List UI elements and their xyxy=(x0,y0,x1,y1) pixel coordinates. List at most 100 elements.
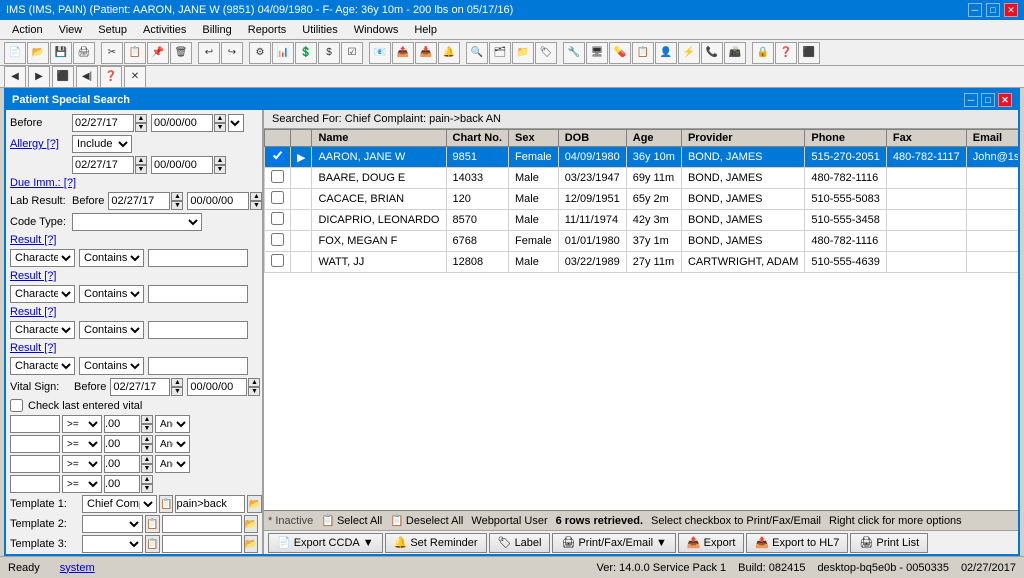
vital-v1-down[interactable]: ▼ xyxy=(141,424,153,433)
result1-value[interactable] xyxy=(148,249,248,267)
vital-conj2[interactable]: And xyxy=(155,435,190,453)
col-dob[interactable]: DOB xyxy=(558,130,626,147)
col-chart[interactable]: Chart No. xyxy=(446,130,509,147)
result1-op[interactable]: Contains xyxy=(79,249,144,267)
allergy-date2[interactable] xyxy=(151,156,213,174)
lab-d2-up[interactable]: ▲ xyxy=(250,192,262,201)
vital-d1-up[interactable]: ▲ xyxy=(171,378,183,387)
tb-lock[interactable]: 🔒 xyxy=(752,42,774,64)
template3-value[interactable] xyxy=(162,535,242,553)
table-row[interactable]: ▶AARON, JANE W9851Female04/09/198036y 10… xyxy=(265,147,1019,168)
tb-notes[interactable]: 📋 xyxy=(632,42,654,64)
vital-date2[interactable] xyxy=(187,378,247,396)
tb-paste[interactable]: 📌 xyxy=(147,42,169,64)
tb-user[interactable]: 👤 xyxy=(655,42,677,64)
result4-value[interactable] xyxy=(148,357,248,375)
template2-icon2[interactable]: 📂 xyxy=(244,515,258,533)
row-checkbox[interactable] xyxy=(271,149,284,162)
tb-settings[interactable]: ⚙ xyxy=(249,42,271,64)
date1-up[interactable]: ▲ xyxy=(135,114,147,123)
set-reminder-button[interactable]: 🔔 Set Reminder xyxy=(385,533,487,553)
vital-v4-up[interactable]: ▲ xyxy=(141,475,153,484)
row-checkbox[interactable] xyxy=(271,212,284,225)
col-name[interactable]: Name xyxy=(312,130,446,147)
result3-value[interactable] xyxy=(148,321,248,339)
result4-label[interactable]: Result [?] xyxy=(10,342,70,354)
tb-notify[interactable]: 🔔 xyxy=(438,42,460,64)
tb-lightning[interactable]: ⚡ xyxy=(678,42,700,64)
col-email[interactable]: Email xyxy=(966,130,1018,147)
tb-undo[interactable]: ↩ xyxy=(198,42,220,64)
tb-new[interactable]: 📄 xyxy=(4,42,26,64)
table-row[interactable]: WATT, JJ12808Male03/22/198927y 11mCARTWR… xyxy=(265,252,1019,273)
vital-v2-up[interactable]: ▲ xyxy=(141,435,153,444)
result4-type[interactable]: Character xyxy=(10,357,75,375)
nav-forward[interactable]: ▶ xyxy=(28,66,50,88)
menu-reports[interactable]: Reports xyxy=(240,22,295,38)
col-fax[interactable]: Fax xyxy=(886,130,966,147)
menu-action[interactable]: Action xyxy=(4,22,51,38)
check-last-vital-checkbox[interactable] xyxy=(10,399,23,412)
vital-v3-up[interactable]: ▲ xyxy=(141,455,153,464)
results-table-container[interactable]: Name Chart No. Sex DOB Age Provider Phon… xyxy=(264,129,1018,510)
tb-upload[interactable]: 📤 xyxy=(392,42,414,64)
vital-d2-up[interactable]: ▲ xyxy=(248,378,260,387)
col-provider[interactable]: Provider xyxy=(681,130,804,147)
nav-close[interactable]: ✕ xyxy=(124,66,146,88)
template1-icon2[interactable]: 📂 xyxy=(247,495,261,513)
col-phone[interactable]: Phone xyxy=(805,130,887,147)
lab-d2-down[interactable]: ▼ xyxy=(250,201,262,210)
tb-files[interactable]: 📁 xyxy=(512,42,534,64)
result2-op[interactable]: Contains xyxy=(79,285,144,303)
vital-conj1[interactable]: And xyxy=(155,415,190,433)
result3-op[interactable]: Contains xyxy=(79,321,144,339)
allergy-option[interactable]: Include xyxy=(72,135,132,153)
tb-dollar[interactable]: $ xyxy=(318,42,340,64)
tb-chart[interactable]: 📊 xyxy=(272,42,294,64)
template2-select[interactable] xyxy=(82,515,143,533)
code-type-select[interactable] xyxy=(72,213,202,231)
vital-val3[interactable] xyxy=(104,455,140,473)
lab-date2-spinner[interactable]: ▲ ▼ xyxy=(250,192,262,210)
nav-back[interactable]: ◀ xyxy=(4,66,26,88)
tb-tool[interactable]: 🔧 xyxy=(563,42,585,64)
due-imm-label[interactable]: Due Imm.: [?] xyxy=(10,177,76,189)
vital-val1-spinner[interactable]: ▲ ▼ xyxy=(141,415,153,433)
allergy-d2-down[interactable]: ▼ xyxy=(214,165,226,174)
lab-d1-up[interactable]: ▲ xyxy=(171,192,183,201)
vital-field2[interactable] xyxy=(10,435,60,453)
template2-value[interactable] xyxy=(162,515,242,533)
tb-redo[interactable]: ↪ xyxy=(221,42,243,64)
vital-val2-spinner[interactable]: ▲ ▼ xyxy=(141,435,153,453)
vital-op4[interactable]: >= xyxy=(62,475,102,493)
tb-billing[interactable]: 💲 xyxy=(295,42,317,64)
table-row[interactable]: DICAPRIO, LEONARDO8570Male11/11/197442y … xyxy=(265,210,1019,231)
vital-d2-down[interactable]: ▼ xyxy=(248,387,260,396)
menu-view[interactable]: View xyxy=(51,22,91,38)
template3-icon2[interactable]: 📂 xyxy=(244,535,258,553)
select-all-btn[interactable]: 📋 Select All xyxy=(321,514,382,527)
template2-icon1[interactable]: 📋 xyxy=(145,515,159,533)
result2-value[interactable] xyxy=(148,285,248,303)
tb-save[interactable]: 💾 xyxy=(50,42,72,64)
export-hl7-button[interactable]: 📤 Export to HL7 xyxy=(746,533,848,553)
vital-date1[interactable] xyxy=(110,378,170,396)
print-list-button[interactable]: 🖨 Print List xyxy=(850,533,928,553)
nav-help[interactable]: ❓ xyxy=(100,66,122,88)
lab-date1[interactable] xyxy=(108,192,170,210)
vital-v4-down[interactable]: ▼ xyxy=(141,484,153,493)
allergy-d2-up[interactable]: ▲ xyxy=(214,156,226,165)
status-system[interactable]: system xyxy=(60,562,95,574)
template3-icon1[interactable]: 📋 xyxy=(145,535,159,553)
menu-windows[interactable]: Windows xyxy=(346,22,407,38)
lab-date2[interactable] xyxy=(187,192,249,210)
row-checkbox[interactable] xyxy=(271,254,284,267)
date2-up[interactable]: ▲ xyxy=(214,114,226,123)
table-row[interactable]: CACACE, BRIAN120Male12/09/195165y 2mBOND… xyxy=(265,189,1019,210)
vital-val4-spinner[interactable]: ▲ ▼ xyxy=(141,475,153,493)
vital-val4[interactable] xyxy=(104,475,140,493)
tb-open[interactable]: 📂 xyxy=(27,42,49,64)
vital-op1[interactable]: >= xyxy=(62,415,102,433)
vital-v1-up[interactable]: ▲ xyxy=(141,415,153,424)
before-date2[interactable] xyxy=(151,114,213,132)
